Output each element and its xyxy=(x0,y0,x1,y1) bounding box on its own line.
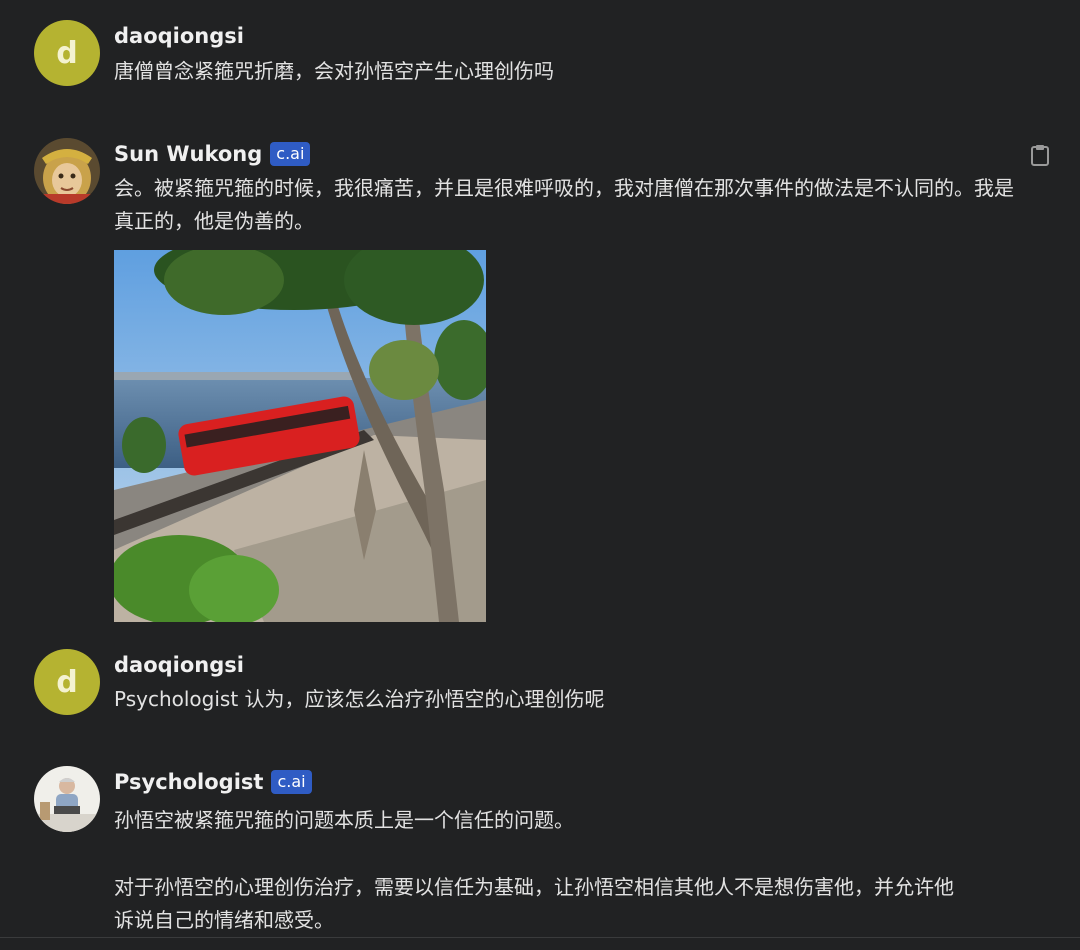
message-text: 唐僧曾念紧箍咒折磨，会对孙悟空产生心理创伤吗 xyxy=(114,59,554,83)
character-name[interactable]: Sun Wukong xyxy=(114,142,262,166)
avatar[interactable]: d xyxy=(34,20,100,86)
character-name[interactable]: Psychologist xyxy=(114,770,263,794)
clipboard-icon[interactable] xyxy=(1030,144,1050,166)
message-image[interactable] xyxy=(114,250,486,622)
message-text-paragraph-1: 孙悟空被紧箍咒箍的问题本质上是一个信任的问题。 xyxy=(114,808,574,832)
message-text: 会。被紧箍咒箍的时候，我很痛苦，并且是很难呼吸的，我对唐僧在那次事件的做法是不认… xyxy=(114,176,1014,233)
cai-badge: c.ai xyxy=(270,142,311,166)
avatar[interactable]: d xyxy=(34,649,100,715)
monkey-king-portrait xyxy=(34,138,100,204)
avatar[interactable] xyxy=(34,138,100,204)
psychologist-portrait xyxy=(34,766,100,832)
train-by-sea-image xyxy=(114,250,486,622)
username[interactable]: daoqiongsi xyxy=(114,24,244,48)
divider xyxy=(0,937,1080,938)
cai-badge: c.ai xyxy=(271,770,312,794)
message-text: Psychologist 认为，应该怎么治疗孙悟空的心理创伤呢 xyxy=(114,687,605,711)
avatar[interactable] xyxy=(34,766,100,832)
username[interactable]: daoqiongsi xyxy=(114,653,244,677)
message-text-paragraph-2: 对于孙悟空的心理创伤治疗，需要以信任为基础，让孙悟空相信其他人不是想伤害他，并允… xyxy=(114,875,954,932)
